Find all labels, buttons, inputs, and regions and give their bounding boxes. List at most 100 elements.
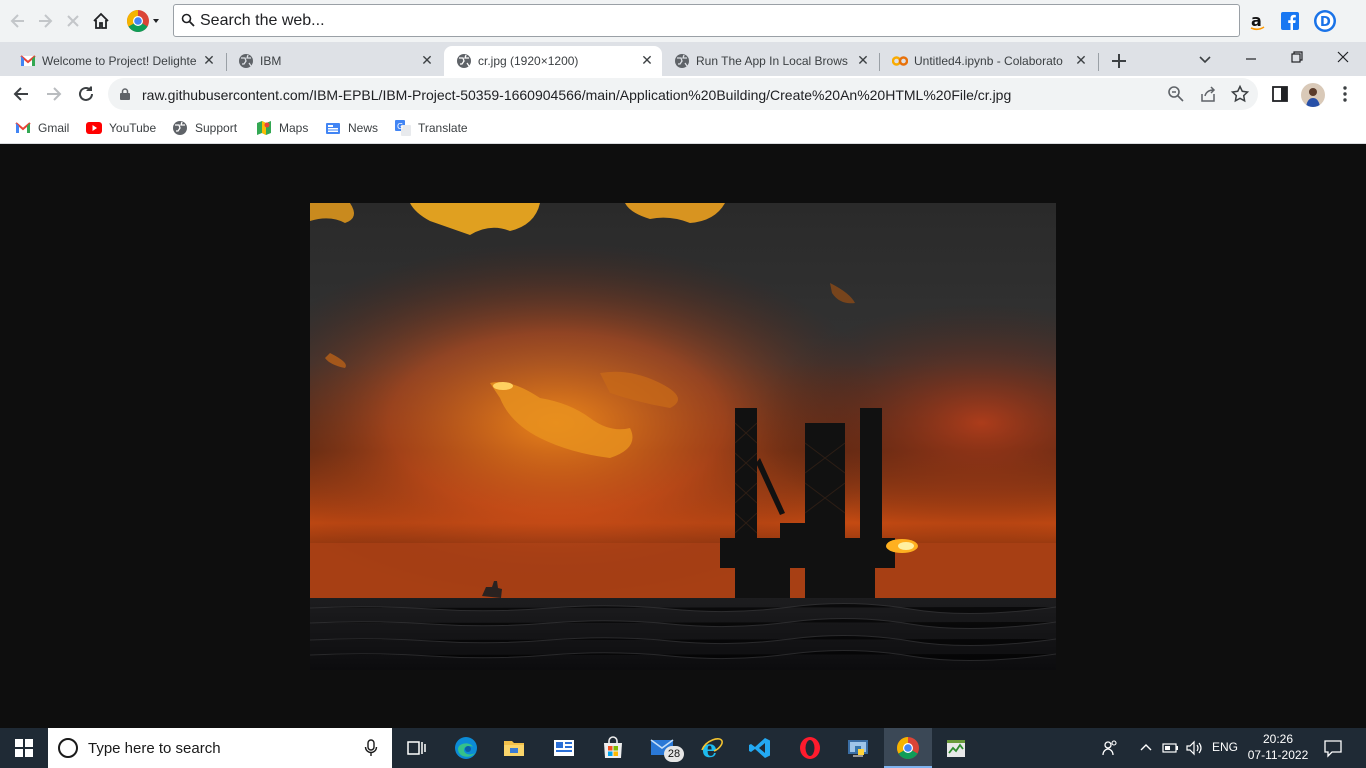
- image-viewer-area: [0, 145, 1366, 728]
- amazon-icon[interactable]: a: [1249, 11, 1267, 31]
- tab-ibm[interactable]: IBM ✕: [226, 46, 442, 76]
- globe-icon: [457, 54, 471, 68]
- language-indicator[interactable]: ENG: [1212, 740, 1238, 754]
- mail-unread-badge: 28: [664, 746, 684, 762]
- close-tab-icon[interactable]: ✕: [1072, 51, 1090, 69]
- clock-time: 20:26: [1262, 732, 1294, 746]
- tab-gmail[interactable]: Welcome to Project! Delighte ✕: [8, 46, 224, 76]
- forward-button-icon[interactable]: [43, 83, 65, 105]
- web-search-input[interactable]: Search the web...: [173, 4, 1240, 37]
- search-circle-icon: [58, 738, 78, 758]
- tab-divider: [1098, 53, 1099, 71]
- internet-explorer-icon[interactable]: e: [688, 728, 736, 768]
- browser-toolbar: raw.githubusercontent.com/IBM-EPBL/IBM-P…: [0, 76, 1366, 112]
- lock-icon[interactable]: [120, 88, 130, 100]
- bookmark-maps[interactable]: Maps: [256, 119, 316, 137]
- tab-title: Run The App In Local Browse: [696, 54, 848, 68]
- tab-title: Untitled4.ipynb - Colaborato: [914, 54, 1063, 68]
- tab-colab[interactable]: Untitled4.ipynb - Colaborato ✕: [880, 46, 1096, 76]
- maps-icon: [257, 121, 271, 135]
- minimize-window-icon[interactable]: [1242, 50, 1260, 68]
- tab-strip: Welcome to Project! Delighte ✕ IBM ✕ cr.…: [0, 42, 1366, 76]
- tab-title: IBM: [260, 54, 282, 68]
- taskbar-search-box[interactable]: Type here to search: [48, 728, 392, 768]
- reload-icon[interactable]: [75, 83, 97, 105]
- edge-icon[interactable]: [442, 728, 490, 768]
- gmail-icon: [20, 55, 36, 66]
- task-view-icon[interactable]: [392, 728, 440, 768]
- address-url: raw.githubusercontent.com/IBM-EPBL/IBM-P…: [142, 87, 1012, 103]
- bookmark-gmail[interactable]: Gmail: [15, 119, 75, 137]
- close-tab-icon[interactable]: ✕: [200, 51, 218, 69]
- bookmark-youtube[interactable]: YouTube: [86, 119, 161, 137]
- bookmark-label: News: [348, 121, 379, 135]
- translate-icon: G: [395, 120, 411, 136]
- share-icon[interactable]: [1198, 84, 1218, 104]
- bookmark-news[interactable]: News: [325, 119, 385, 137]
- side-panel-icon[interactable]: [1269, 83, 1291, 105]
- support-icon: [173, 121, 187, 135]
- file-explorer-icon[interactable]: [490, 728, 538, 768]
- mail-icon[interactable]: 28: [638, 728, 686, 768]
- close-tab-icon[interactable]: ✕: [418, 51, 436, 69]
- gmail-icon: [15, 122, 31, 133]
- microphone-icon[interactable]: [364, 739, 378, 757]
- tab-cr-jpg[interactable]: cr.jpg (1920×1200) ✕: [444, 46, 662, 76]
- profile-avatar[interactable]: [1301, 83, 1325, 107]
- tab-search-chevron-down-icon[interactable]: [1196, 50, 1214, 68]
- bookmark-label: YouTube: [109, 121, 157, 135]
- bookmark-label: Support: [195, 121, 238, 135]
- bookmark-star-icon[interactable]: [1230, 84, 1250, 104]
- opera-icon[interactable]: [786, 728, 834, 768]
- clock[interactable]: 20:26 07-11-2022: [1244, 731, 1312, 763]
- vscode-icon[interactable]: [736, 728, 784, 768]
- tab-run-app[interactable]: Run The App In Local Browse ✕: [662, 46, 878, 76]
- notifications-icon[interactable]: [1323, 738, 1343, 758]
- back-arrow-icon[interactable]: [8, 11, 28, 31]
- facebook-icon[interactable]: [1281, 12, 1299, 30]
- search-icon: [181, 13, 195, 27]
- stop-icon[interactable]: [63, 11, 83, 31]
- volume-icon[interactable]: [1185, 739, 1203, 757]
- bookmark-label: Translate: [418, 121, 468, 135]
- close-tab-icon[interactable]: ✕: [638, 51, 656, 69]
- globe-icon: [675, 54, 689, 68]
- news-app-icon[interactable]: [540, 728, 588, 768]
- battery-icon[interactable]: [1162, 740, 1180, 756]
- bookmark-translate[interactable]: G Translate: [395, 119, 475, 137]
- bookmark-label: Gmail: [38, 121, 70, 135]
- close-window-icon[interactable]: [1334, 48, 1352, 66]
- show-hidden-icons-chevron-up-icon[interactable]: [1138, 740, 1154, 756]
- globe-icon: [239, 54, 253, 68]
- youtube-icon: [86, 122, 102, 134]
- svg-text:a: a: [1251, 11, 1262, 30]
- more-menu-icon[interactable]: [1334, 83, 1356, 105]
- colab-icon: [892, 56, 908, 66]
- close-tab-icon[interactable]: ✕: [854, 51, 872, 69]
- home-icon[interactable]: [91, 11, 111, 31]
- bookmarks-bar: Gmail YouTube Support Maps News G Transl…: [0, 112, 1366, 144]
- new-tab-plus-icon[interactable]: [1108, 50, 1130, 72]
- oil-rig-sunset-image[interactable]: [310, 203, 1056, 670]
- zoom-icon[interactable]: [1166, 84, 1186, 104]
- chrome-taskbar-icon[interactable]: [884, 728, 932, 768]
- address-bar[interactable]: raw.githubusercontent.com/IBM-EPBL/IBM-P…: [108, 78, 1258, 110]
- people-icon[interactable]: [1100, 738, 1120, 758]
- chrome-logo-icon[interactable]: [126, 9, 160, 33]
- taskbar-search-placeholder: Type here to search: [88, 740, 221, 757]
- tab-title: Welcome to Project! Delighte: [42, 54, 197, 68]
- svg-text:G: G: [397, 122, 403, 131]
- back-button-icon[interactable]: [10, 83, 32, 105]
- python-app-icon[interactable]: [834, 728, 882, 768]
- forward-arrow-icon[interactable]: [35, 11, 55, 31]
- top-search-strip: Search the web... a D: [0, 0, 1366, 42]
- bookmark-support[interactable]: Support: [172, 119, 242, 137]
- start-button[interactable]: [0, 728, 48, 768]
- task-manager-icon[interactable]: [932, 728, 980, 768]
- tab-title: cr.jpg (1920×1200): [478, 54, 579, 68]
- restore-window-icon[interactable]: [1288, 48, 1306, 66]
- microsoft-store-icon[interactable]: [589, 728, 637, 768]
- news-icon: [326, 123, 340, 134]
- d-profile-icon[interactable]: D: [1313, 9, 1337, 33]
- windows-taskbar: Type here to search 28 e ENG 20:26 07-11…: [0, 728, 1366, 768]
